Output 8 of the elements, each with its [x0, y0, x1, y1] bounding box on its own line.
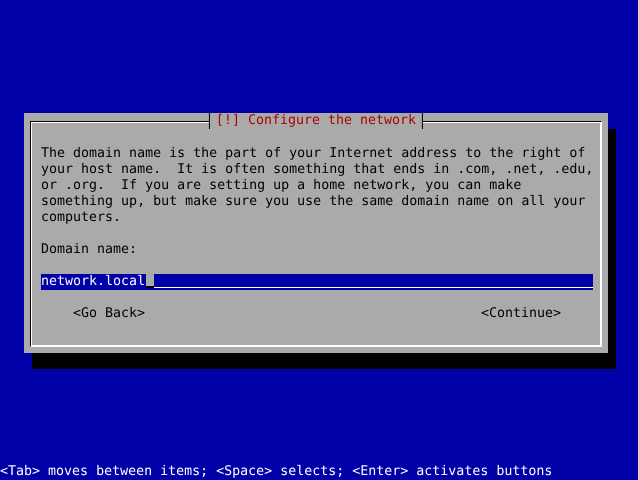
dialog-button[interactable]: <Continue> [480, 306, 561, 322]
field-label: Domain name: [41, 242, 138, 258]
domain-name-field[interactable]: network.local [41, 274, 593, 290]
status-text: <Tab> moves between items; <Space> selects; <Enter> activates buttons [0, 464, 554, 480]
text-cursor [146, 274, 154, 288]
dialog-title: [!] Configure the network [208, 113, 424, 129]
description-text: The domain name is the part of your Internet address to the right of your host name. It is often something that ends in .com, .net, .edu, or .org. If you are setting up a home network, you can make something up, but make sure you use the same domain name on all your computers. [41, 146, 594, 226]
dialog-button[interactable]: <Go Back> [73, 306, 146, 322]
